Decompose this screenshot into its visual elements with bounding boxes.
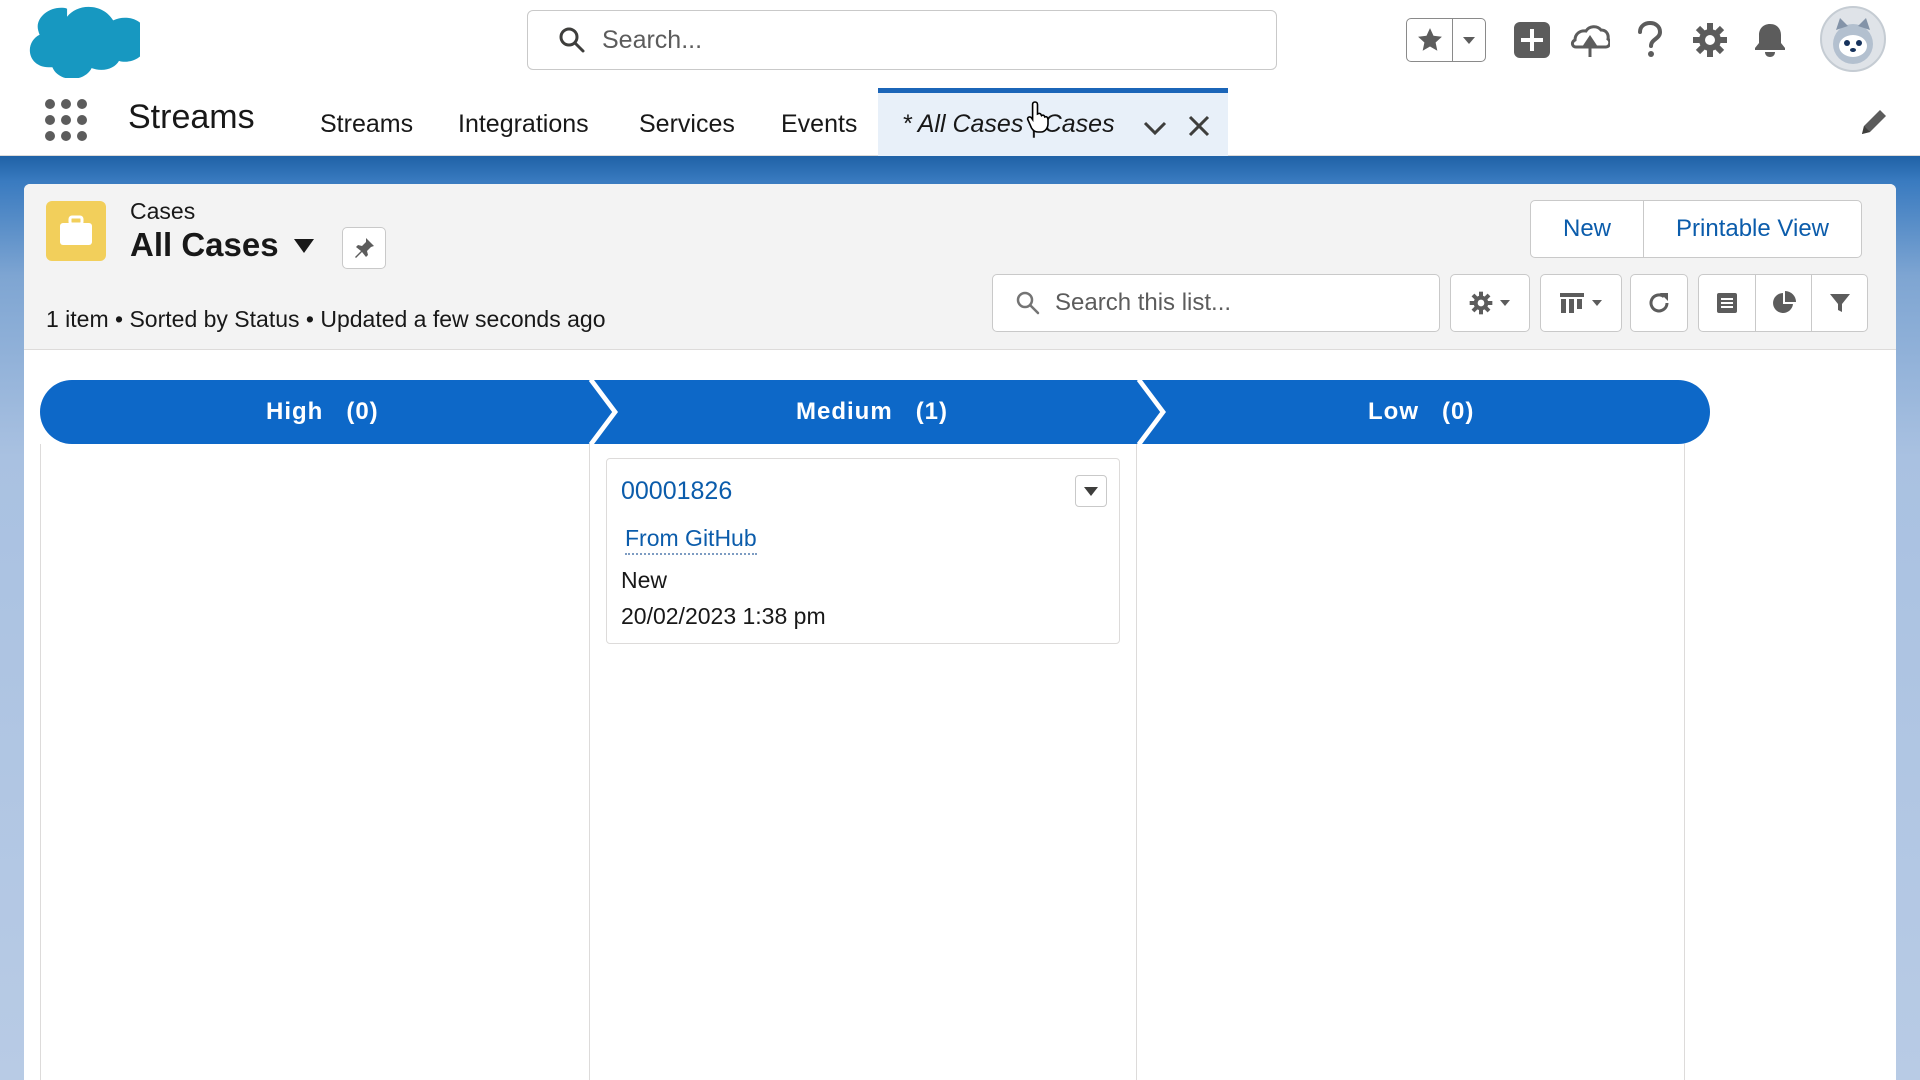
refresh-button[interactable]: [1630, 274, 1688, 332]
trailhead-icon: [1571, 25, 1610, 57]
case-status: New: [621, 567, 668, 593]
favorites-dropdown-button[interactable]: [1453, 19, 1485, 61]
case-date: 20/02/2023 1:38 pm: [621, 603, 826, 629]
charts-button[interactable]: [1755, 275, 1811, 331]
pin-list-view-button[interactable]: [342, 227, 386, 269]
salesforce-cloud-logo[interactable]: [28, 2, 140, 78]
hand-cursor-icon: [1026, 101, 1049, 133]
briefcase-icon: [60, 215, 92, 245]
chevron-down-icon: [1463, 37, 1475, 44]
display-as-button[interactable]: [1540, 274, 1622, 332]
case-number-link[interactable]: 00001826: [621, 477, 732, 506]
list-icon: [1717, 293, 1737, 313]
bell-icon: [1755, 24, 1785, 57]
list-search-input[interactable]: Search this list...: [992, 274, 1440, 332]
pin-icon: [355, 238, 374, 258]
nav-item-events[interactable]: Events: [781, 110, 857, 139]
column-high-count: (0): [346, 398, 379, 425]
list-view-card: Cases All Cases 1 item • Sorted by Statu…: [24, 184, 1896, 1080]
nav-item-streams[interactable]: Streams: [320, 110, 413, 139]
printable-view-button[interactable]: Printable View: [1643, 201, 1861, 257]
avatar[interactable]: [1820, 6, 1886, 72]
caret-down-icon: [1592, 300, 1602, 306]
column-high-name: High: [266, 398, 324, 425]
column-medium-label: Medium (1): [796, 398, 948, 426]
kanban-board: High (0) Medium (1) Low (0) 00001826 Fro…: [24, 350, 1896, 1080]
trailhead-button[interactable]: [1566, 16, 1614, 64]
list-view-header: Cases All Cases 1 item • Sorted by Statu…: [24, 184, 1896, 350]
card-actions-menu-button[interactable]: [1075, 475, 1107, 507]
list-actions-group: New Printable View: [1530, 200, 1862, 258]
column-divider: [40, 444, 41, 1080]
edit-list-button[interactable]: [1699, 275, 1755, 331]
astro-avatar-icon: [1833, 18, 1873, 64]
setup-button[interactable]: [1686, 16, 1734, 64]
gear-icon: [1469, 291, 1493, 315]
global-search-placeholder: Search...: [602, 25, 703, 54]
app-name: Streams: [128, 98, 255, 136]
caret-down-icon: [293, 239, 314, 253]
global-actions-button[interactable]: [1508, 16, 1556, 64]
pencil-icon[interactable]: [1858, 106, 1890, 138]
list-search-placeholder: Search this list...: [1055, 289, 1232, 316]
help-icon: [1638, 21, 1663, 57]
column-high-label: High (0): [266, 398, 379, 426]
column-divider: [589, 444, 590, 1080]
gear-icon: [1693, 23, 1727, 57]
column-low-label: Low (0): [1368, 398, 1474, 426]
favorites-star-button[interactable]: [1407, 19, 1453, 61]
new-button[interactable]: New: [1531, 201, 1643, 257]
list-view-controls-button[interactable]: [1450, 274, 1530, 332]
search-icon: [559, 27, 585, 53]
list-view-name: All Cases: [130, 226, 279, 263]
column-medium-name: Medium: [796, 398, 893, 425]
global-header: Search...: [0, 0, 1920, 80]
favorites-button-group: [1406, 18, 1486, 62]
notifications-button[interactable]: [1746, 16, 1794, 64]
global-search-input[interactable]: Search...: [527, 10, 1277, 70]
pie-chart-icon: [1772, 291, 1796, 313]
list-view-switcher[interactable]: All Cases: [130, 226, 315, 264]
case-subject-link[interactable]: From GitHub: [625, 525, 757, 555]
kanban-columns-icon: [1560, 293, 1584, 313]
kanban-card[interactable]: 00001826 From GitHub New 20/02/2023 1:38…: [606, 458, 1120, 644]
search-icon: [1016, 291, 1040, 315]
case-object-icon: [46, 201, 106, 261]
close-icon[interactable]: [1184, 111, 1214, 141]
filter-icon: [1829, 294, 1850, 312]
star-icon: [1417, 28, 1442, 51]
view-tools-group: [1698, 274, 1868, 332]
caret-down-icon: [1084, 487, 1098, 496]
plus-icon: [1514, 22, 1550, 58]
filters-button[interactable]: [1811, 275, 1867, 331]
navigation-bar: Streams Streams Integrations Services Ev…: [0, 80, 1920, 156]
caret-down-icon: [1500, 300, 1510, 306]
chevron-down-icon[interactable]: [1140, 113, 1170, 143]
help-button[interactable]: [1626, 16, 1674, 64]
nav-item-integrations[interactable]: Integrations: [458, 110, 589, 139]
tab-all-cases-label: * All Cases | Cases: [902, 110, 1115, 138]
list-info-text: 1 item • Sorted by Status • Updated a fe…: [46, 306, 606, 332]
nav-item-services[interactable]: Services: [639, 110, 735, 139]
column-divider: [1136, 444, 1137, 1080]
column-divider: [1684, 444, 1685, 1080]
column-medium-count: (1): [915, 398, 949, 425]
object-name: Cases: [130, 198, 196, 224]
column-low-count: (0): [1442, 398, 1475, 425]
refresh-icon: [1649, 293, 1669, 313]
app-launcher-icon[interactable]: [44, 98, 88, 142]
column-low-name: Low: [1368, 398, 1419, 425]
